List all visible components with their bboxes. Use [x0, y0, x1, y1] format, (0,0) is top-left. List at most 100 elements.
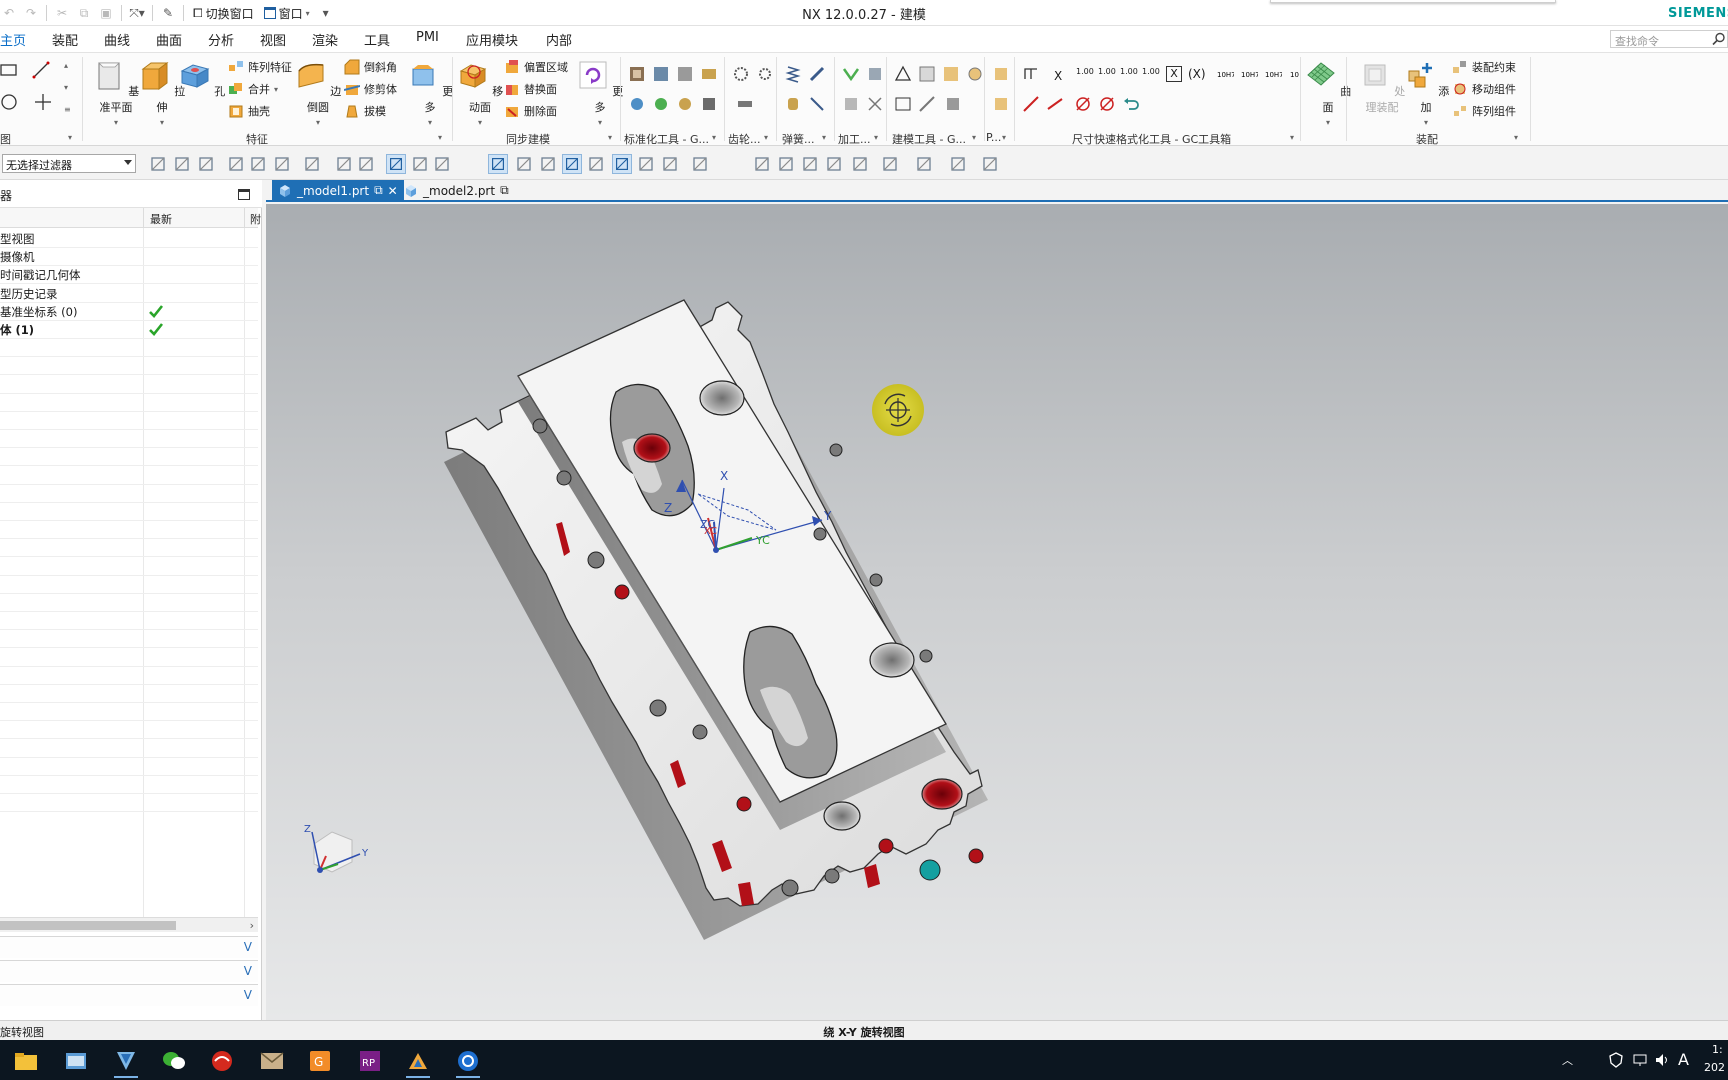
machining-icon[interactable]	[842, 95, 860, 113]
hole-small[interactable]	[919, 649, 933, 663]
pattern-feature-button[interactable]: 阵列特征	[228, 57, 292, 77]
hole-small[interactable]	[692, 724, 708, 740]
chevron-down-icon[interactable]: ▾	[1002, 133, 1006, 142]
view-layer-icon[interactable]	[980, 154, 1000, 174]
select-scope-icon[interactable]	[148, 154, 168, 174]
chevron-down-icon[interactable]: ▾	[1290, 133, 1294, 142]
chevron-down-icon[interactable]: ▾	[438, 133, 442, 142]
hole-small[interactable]	[781, 879, 799, 897]
dependencies-panel[interactable]: V	[0, 936, 258, 958]
modeling-tool-icon[interactable]	[894, 95, 912, 113]
network-icon[interactable]	[1632, 1052, 1648, 1068]
circle-icon[interactable]	[0, 93, 18, 111]
chevron-down-icon[interactable]: ▾	[822, 133, 826, 142]
chevron-up-icon[interactable]: ︿	[1562, 1052, 1573, 1068]
app-red-swirl-icon[interactable]	[202, 1044, 242, 1078]
snap-quadrant-icon[interactable]	[562, 154, 582, 174]
hole-small[interactable]	[869, 573, 883, 587]
details-panel[interactable]: V	[0, 960, 258, 982]
spring-icon[interactable]	[808, 95, 826, 113]
dim-paren-button[interactable]: (X)	[1188, 67, 1206, 81]
std-part-icon[interactable]	[652, 95, 670, 113]
hole-small[interactable]	[556, 470, 572, 486]
gear-icon[interactable]	[756, 65, 774, 83]
std-part-icon[interactable]	[628, 95, 646, 113]
app-circle-icon[interactable]	[448, 1044, 488, 1078]
draft-button[interactable]: 拔模	[344, 101, 386, 121]
snap-bounded-icon[interactable]	[660, 154, 680, 174]
chevron-down-icon[interactable]: ▾	[64, 83, 68, 92]
chevron-up-icon[interactable]: ▴	[64, 61, 68, 70]
clock-time[interactable]: 1:	[1712, 1043, 1723, 1056]
navigator-row[interactable]: 型视图	[0, 228, 258, 248]
machining-icon[interactable]	[866, 95, 884, 113]
chevron-down-icon[interactable]: ▾	[712, 133, 716, 142]
move-face-button[interactable]: 移动面 ▾	[454, 57, 506, 127]
command-search-input[interactable]: 查找命令	[1610, 30, 1728, 48]
cut-icon[interactable]: ✂	[53, 3, 71, 23]
chevron-down-icon[interactable]: V	[244, 940, 252, 954]
switch-window-button[interactable]: ⧠ 切换窗口	[190, 3, 257, 23]
tab-assembly[interactable]: 装配	[52, 30, 78, 49]
column-attached[interactable]: 附	[250, 211, 261, 227]
dim-x-button[interactable]: X	[1054, 69, 1062, 83]
assembly-constraint-button[interactable]: 装配约束	[1452, 57, 1516, 77]
tab-pmi[interactable]: PMI	[416, 30, 439, 45]
datum-plane-button[interactable]: 基准平面 ▾	[90, 57, 142, 127]
app-orange-icon[interactable]: G	[300, 1044, 340, 1078]
graphics-viewport[interactable]: Z Y X ZC YC XC Z Y	[266, 204, 1728, 1020]
doc-tab-model2[interactable]: _model2.prt ⧉	[398, 180, 515, 201]
hole[interactable]	[699, 380, 745, 416]
tab-surface[interactable]: 曲面	[156, 30, 182, 49]
dim-format-button[interactable]: 1.00	[1142, 67, 1160, 76]
column-divider[interactable]	[143, 208, 144, 228]
doc-tab-model1[interactable]: _model1.prt ⧉ ✕	[272, 180, 404, 201]
dimension-icon[interactable]	[1022, 65, 1040, 83]
tolerance-icon[interactable]: 10H7	[1216, 65, 1234, 83]
snap-center-icon[interactable]	[538, 154, 558, 174]
navigator-row[interactable]: 时间戳记几何体	[0, 264, 258, 285]
shell-button[interactable]: 抽壳	[228, 101, 270, 121]
tab-view[interactable]: 视图	[260, 30, 286, 49]
triangle-icon[interactable]	[894, 65, 912, 83]
snap-intersect-icon[interactable]	[514, 154, 534, 174]
snap-icon[interactable]	[248, 154, 268, 174]
repeat-command-icon[interactable]: ✎	[159, 3, 177, 23]
spring-icon[interactable]	[808, 65, 826, 83]
dim-edit-icon[interactable]	[1046, 95, 1064, 113]
face-select-icon[interactable]	[356, 154, 376, 174]
view-pan-icon[interactable]	[824, 154, 844, 174]
clock-date[interactable]: 202	[1704, 1061, 1725, 1074]
point-icon[interactable]	[34, 93, 52, 111]
diameter-icon[interactable]	[1098, 95, 1116, 113]
app-blue-icon[interactable]	[56, 1044, 96, 1078]
view-section-icon[interactable]	[948, 154, 968, 174]
chevron-right-icon[interactable]: ›	[250, 919, 254, 932]
chevron-down-icon[interactable]: ▾	[972, 133, 976, 142]
customize-qat-icon[interactable]: ▾	[317, 3, 335, 23]
tab-curve[interactable]: 曲线	[104, 30, 130, 49]
chevron-down-icon[interactable]: ▾	[764, 133, 768, 142]
move-component-button[interactable]: 移动组件	[1452, 79, 1516, 99]
hole-red-small[interactable]	[968, 848, 984, 864]
model-canvas[interactable]: Z Y X ZC YC XC Z Y	[266, 204, 1728, 1020]
navigator-row[interactable]: 摄像机	[0, 246, 258, 267]
snap-mid-icon[interactable]	[432, 154, 452, 174]
redo-icon[interactable]: ↷	[22, 3, 40, 23]
view-triad[interactable]: Z Y	[304, 824, 369, 873]
std-part-icon[interactable]	[628, 65, 646, 83]
hole[interactable]	[869, 642, 915, 678]
snap-icon[interactable]	[226, 154, 246, 174]
view-style-icon[interactable]	[914, 154, 934, 174]
snap-face-icon[interactable]	[636, 154, 656, 174]
dim-edit-icon[interactable]	[1022, 95, 1040, 113]
chamfer-button[interactable]: 倒斜角	[344, 57, 397, 77]
hole-small[interactable]	[587, 551, 605, 569]
navigator-row[interactable]: 型历史记录	[0, 283, 258, 303]
hole-red-small[interactable]	[614, 584, 630, 600]
diameter-icon[interactable]	[1074, 95, 1092, 113]
modeling-tool-icon[interactable]	[918, 65, 936, 83]
hole-red-small[interactable]	[878, 838, 894, 854]
scrollbar-thumb[interactable]	[0, 921, 176, 930]
hole-red[interactable]	[921, 778, 963, 810]
